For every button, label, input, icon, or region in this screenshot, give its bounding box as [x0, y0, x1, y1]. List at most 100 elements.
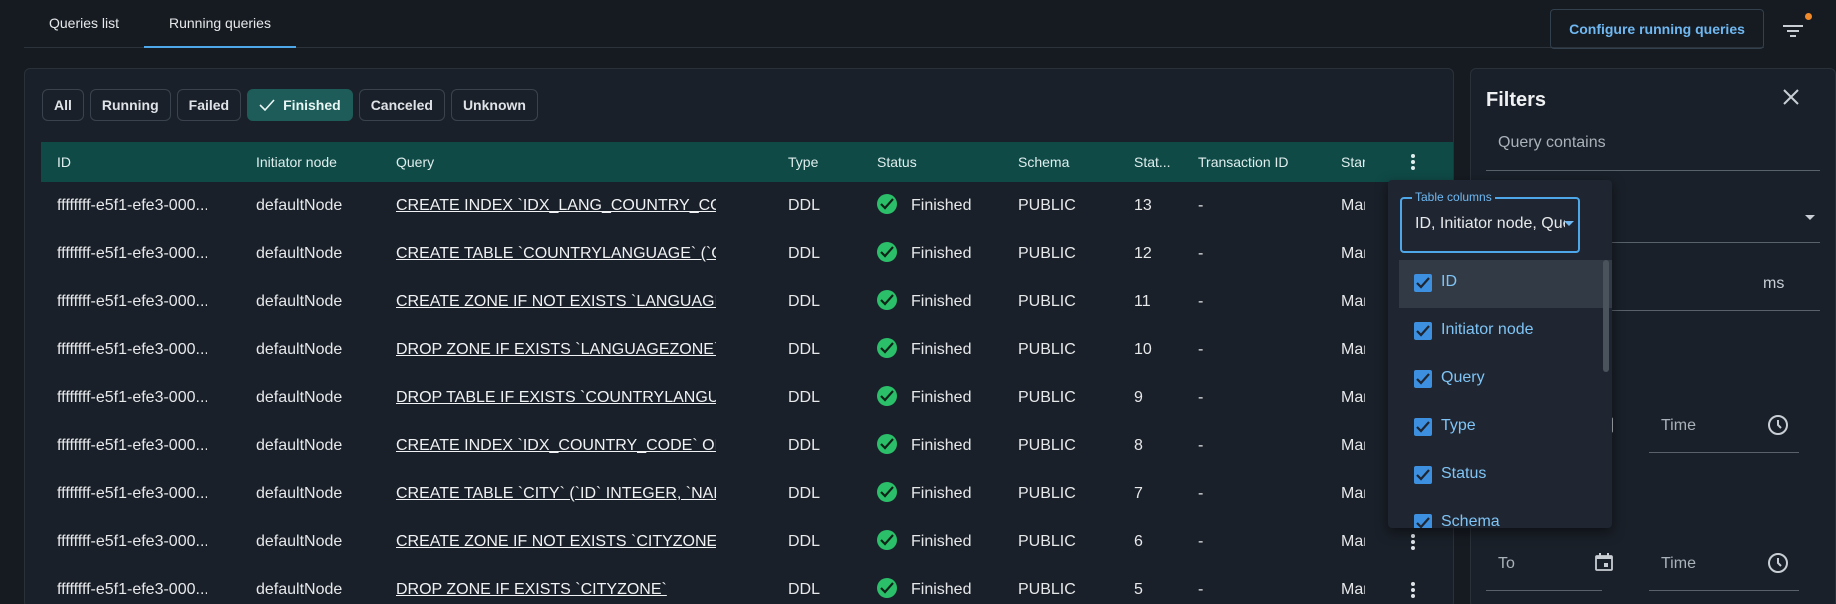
column-header-stat[interactable]: Stat... — [1134, 142, 1174, 182]
cell-id: ffffffff-e5f1-efe3-000... — [57, 485, 207, 502]
column-option-label: Initiator node — [1441, 321, 1534, 338]
to-date-field[interactable]: To — [1486, 537, 1613, 591]
check-circle-icon — [877, 290, 897, 310]
cell-schema: PUBLIC — [1018, 581, 1076, 598]
cell-query[interactable]: CREATE ZONE IF NOT EXISTS `LANGUAGEZONE`… — [396, 278, 716, 326]
cell-query[interactable]: DROP TABLE IF EXISTS `COUNTRYLANGUAGE` — [396, 374, 716, 422]
column-option[interactable]: Schema — [1399, 500, 1612, 528]
checkbox-checked-icon[interactable] — [1414, 274, 1432, 292]
tab-running-queries[interactable]: Running queries — [144, 0, 296, 48]
to-time-field[interactable]: Time — [1649, 537, 1799, 591]
queries-panel: All Running Failed Finished Canceled Unknown … — [24, 68, 1454, 604]
cell-start: Mar — [1341, 341, 1365, 358]
cell-stat: 12 — [1134, 245, 1152, 262]
column-option[interactable]: Type — [1399, 404, 1612, 452]
cell-start: Mar — [1341, 245, 1365, 262]
table-columns-value: ID, Initiator node, Query, Type, Status,… — [1415, 215, 1565, 232]
check-circle-icon — [877, 530, 897, 550]
chip-failed[interactable]: Failed — [176, 89, 242, 121]
cell-schema: PUBLIC — [1018, 437, 1076, 454]
table-row[interactable]: ffffffff-e5f1-efe3-000... defaultNode CREA… — [41, 470, 1453, 518]
table-row[interactable]: ffffffff-e5f1-efe3-000... defaultNode CREA… — [41, 278, 1453, 326]
cell-type: DDL — [788, 389, 821, 406]
column-header-transaction-id[interactable]: Transaction ID — [1198, 142, 1308, 182]
chip-running[interactable]: Running — [89, 89, 171, 121]
column-header-status[interactable]: Status — [877, 142, 957, 182]
column-header-query[interactable]: Query — [396, 142, 696, 182]
more-vert-icon[interactable] — [1404, 153, 1422, 171]
chip-canceled[interactable]: Canceled — [358, 89, 445, 121]
close-icon[interactable] — [1779, 85, 1803, 109]
status-label: Finished — [911, 581, 972, 598]
clock-icon[interactable] — [1767, 552, 1789, 574]
options-scrollbar[interactable] — [1603, 260, 1609, 372]
column-option[interactable]: Query — [1399, 356, 1612, 404]
cell-start: Mar — [1341, 389, 1365, 406]
checkbox-checked-icon[interactable] — [1414, 514, 1432, 528]
cell-query[interactable]: CREATE INDEX `IDX_LANG_COUNTRY_CODE` ON.… — [396, 182, 716, 230]
chip-all[interactable]: All — [42, 89, 84, 121]
cell-transaction-id: - — [1198, 389, 1204, 406]
checkbox-checked-icon[interactable] — [1414, 370, 1432, 388]
column-option[interactable]: ID — [1399, 260, 1612, 308]
table-row[interactable]: ffffffff-e5f1-efe3-000... defaultNode CREA… — [41, 182, 1453, 230]
query-contains-field[interactable]: Query contains — [1486, 117, 1820, 171]
cell-status: Finished — [877, 470, 997, 518]
chip-unknown[interactable]: Unknown — [450, 89, 538, 121]
checkbox-checked-icon[interactable] — [1414, 466, 1432, 484]
table-row[interactable]: ffffffff-e5f1-efe3-000... defaultNode CREA… — [41, 518, 1453, 566]
cell-query[interactable]: CREATE ZONE IF NOT EXISTS `CITYZONE` WIT… — [396, 518, 716, 566]
status-label: Finished — [911, 197, 972, 214]
table-row[interactable]: ffffffff-e5f1-efe3-000... defaultNode DROP… — [41, 566, 1453, 604]
status-label: Finished — [911, 485, 972, 502]
cell-stat: 8 — [1134, 437, 1143, 454]
column-header-schema[interactable]: Schema — [1018, 142, 1098, 182]
chip-finished[interactable]: Finished — [247, 89, 353, 121]
checkbox-checked-icon[interactable] — [1414, 322, 1432, 340]
column-option-label: Schema — [1441, 513, 1500, 528]
cell-query[interactable]: DROP ZONE IF EXISTS `LANGUAGEZONE` — [396, 326, 716, 374]
cell-initiator-node: defaultNode — [256, 485, 343, 502]
query-contains-label: Query contains — [1498, 134, 1606, 151]
table-row[interactable]: ffffffff-e5f1-efe3-000... defaultNode DROP… — [41, 326, 1453, 374]
filter-list-icon[interactable] — [1780, 18, 1806, 44]
cell-query[interactable]: CREATE INDEX `IDX_COUNTRY_CODE` ON `CITY… — [396, 422, 716, 470]
checkbox-checked-icon[interactable] — [1414, 418, 1432, 436]
cell-query[interactable]: DROP ZONE IF EXISTS `CITYZONE` — [396, 566, 716, 604]
table-row[interactable]: ffffffff-e5f1-efe3-000... defaultNode CREA… — [41, 422, 1453, 470]
calendar-icon[interactable] — [1594, 552, 1614, 572]
cell-query[interactable]: CREATE TABLE `COUNTRYLANGUAGE` (`COUNT..… — [396, 230, 716, 278]
table-header: ID Initiator node Query Type Status Sche… — [41, 142, 1453, 182]
duration-suffix: ms — [1763, 275, 1785, 292]
cell-start: Mar — [1341, 293, 1365, 310]
from-time-field[interactable]: Time — [1649, 399, 1799, 453]
column-option-label: ID — [1441, 273, 1457, 290]
cell-schema: PUBLIC — [1018, 389, 1076, 406]
column-option[interactable]: Initiator node — [1399, 308, 1612, 356]
column-option[interactable]: Status — [1399, 452, 1612, 500]
tab-queries-list[interactable]: Queries list — [24, 0, 144, 48]
configure-running-queries-button[interactable]: Configure running queries — [1550, 9, 1764, 49]
notification-dot — [1805, 13, 1812, 20]
cell-transaction-id: - — [1198, 485, 1204, 502]
check-icon — [259, 99, 275, 111]
row-more-vert-icon[interactable] — [1404, 533, 1422, 551]
caret-up-icon — [1564, 221, 1574, 226]
table-row[interactable]: ffffffff-e5f1-efe3-000... defaultNode DROP… — [41, 374, 1453, 422]
table-columns-select[interactable]: Table columns ID, Initiator node, Query,… — [1400, 190, 1580, 253]
cell-stat: 11 — [1134, 293, 1151, 310]
column-header-type[interactable]: Type — [788, 142, 828, 182]
cell-query[interactable]: CREATE TABLE `CITY` (`ID` INTEGER, `NAME… — [396, 470, 716, 518]
column-header-id[interactable]: ID — [57, 142, 207, 182]
column-header-start[interactable]: Star — [1341, 142, 1365, 182]
cell-status: Finished — [877, 230, 997, 278]
status-filter-chips: All Running Failed Finished Canceled Unknown — [42, 89, 544, 121]
cell-stat: 5 — [1134, 581, 1143, 598]
table-row[interactable]: ffffffff-e5f1-efe3-000... defaultNode CREA… — [41, 230, 1453, 278]
cell-transaction-id: - — [1198, 341, 1204, 358]
cell-start: Mar — [1341, 197, 1365, 214]
queries-table: ID Initiator node Query Type Status Sche… — [41, 142, 1453, 604]
clock-icon[interactable] — [1767, 414, 1789, 436]
column-header-initiator-node[interactable]: Initiator node — [256, 142, 366, 182]
row-more-vert-icon[interactable] — [1404, 581, 1422, 599]
